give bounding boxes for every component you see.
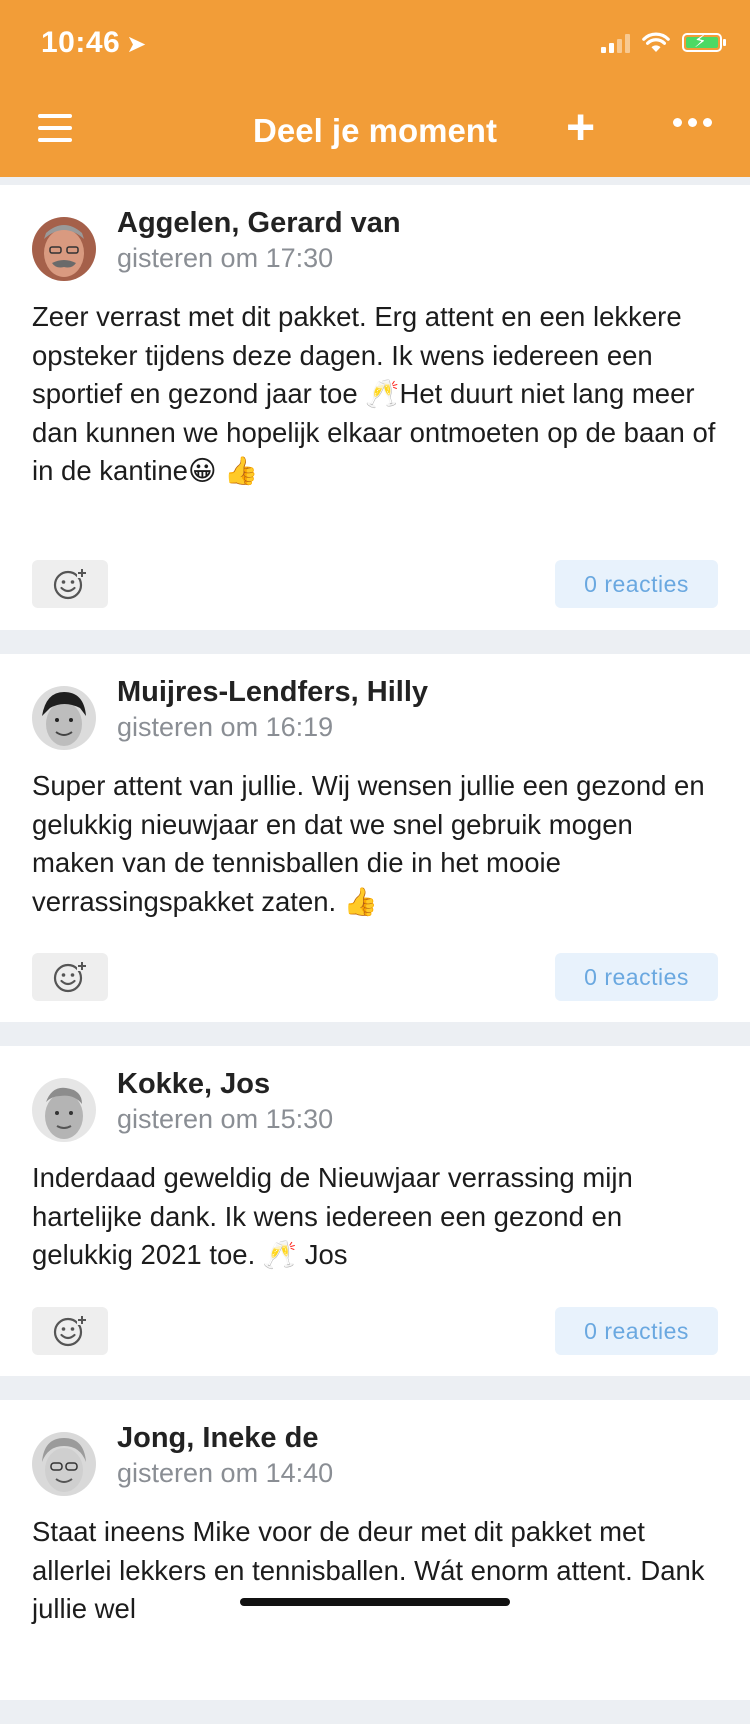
- post-text: Zeer verrast met dit pakket. Erg attent …: [32, 301, 716, 486]
- avatar[interactable]: [32, 686, 96, 750]
- post-card: Kokke, Jos gisteren om 15:30 Inderdaad g…: [0, 1046, 750, 1376]
- post-time: gisteren om 14:40: [117, 1458, 334, 1488]
- replies-button[interactable]: 0 reacties: [555, 953, 718, 1001]
- post-card: Muijres-Lendfers, Hilly gisteren om 16:1…: [0, 654, 750, 1022]
- post-text: Staat ineens Mike voor de deur met dit p…: [32, 1516, 705, 1624]
- avatar[interactable]: [32, 1432, 96, 1496]
- post-author: Jong, Ineke de: [117, 1422, 319, 1454]
- add-emoji-icon: [53, 1316, 87, 1347]
- home-indicator: [240, 1598, 510, 1606]
- post-text: Inderdaad geweldig de Nieuwjaar verrassi…: [32, 1162, 633, 1270]
- post-time: gisteren om 17:30: [117, 243, 334, 273]
- avatar[interactable]: [32, 1078, 96, 1142]
- post-author: Aggelen, Gerard van: [117, 207, 401, 239]
- location-arrow-icon: ➤: [126, 31, 147, 58]
- add-emoji-icon: [53, 962, 87, 993]
- moments-feed: Aggelen, Gerard van gisteren om 17:30 Ze…: [0, 185, 750, 1724]
- top-bar: 10:46 ➤ ⚡ Deel je moment +: [0, 0, 750, 177]
- post-time: gisteren om 15:30: [117, 1104, 334, 1134]
- page-title: Deel je moment: [253, 112, 497, 149]
- avatar[interactable]: [32, 217, 96, 281]
- post-text: Super attent van jullie. Wij wensen jull…: [32, 770, 705, 917]
- post-author: Muijres-Lendfers, Hilly: [117, 676, 429, 708]
- battery-icon: ⚡: [682, 31, 726, 52]
- add-post-button[interactable]: +: [566, 102, 595, 152]
- add-reaction-button[interactable]: [32, 560, 108, 608]
- signal-icon: [601, 33, 630, 53]
- add-reaction-button[interactable]: [32, 1307, 108, 1355]
- post-card: Jong, Ineke de gisteren om 14:40 Staat i…: [0, 1400, 750, 1700]
- status-time-label: 10:46: [41, 26, 121, 59]
- status-icons: ⚡: [601, 31, 726, 53]
- replies-button[interactable]: 0 reacties: [555, 560, 718, 608]
- add-emoji-icon: [53, 569, 87, 600]
- post-time: gisteren om 16:19: [117, 712, 334, 742]
- wifi-icon: [642, 32, 670, 52]
- more-options-icon[interactable]: [673, 118, 712, 127]
- replies-button[interactable]: 0 reacties: [555, 1307, 718, 1355]
- post-author: Kokke, Jos: [117, 1068, 271, 1100]
- status-time: 10:46 ➤: [41, 26, 147, 60]
- menu-icon[interactable]: [38, 114, 72, 142]
- post-card: Aggelen, Gerard van gisteren om 17:30 Ze…: [0, 185, 750, 630]
- add-reaction-button[interactable]: [32, 953, 108, 1001]
